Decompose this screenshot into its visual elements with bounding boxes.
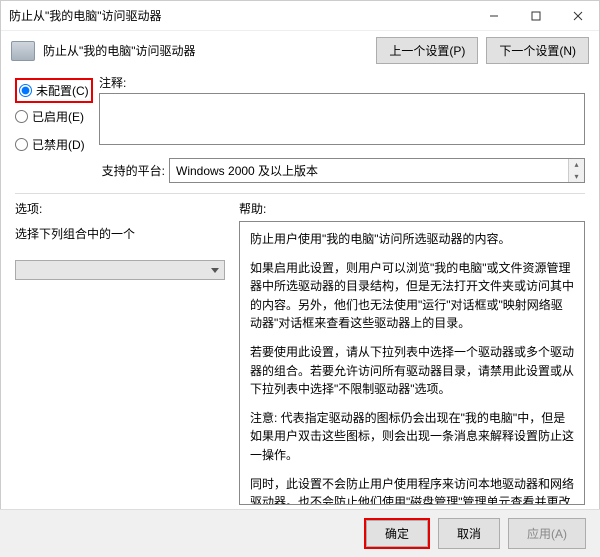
dialog-title: 防止从"我的电脑"访问驱动器	[43, 42, 368, 59]
window-title: 防止从"我的电脑"访问驱动器	[9, 7, 473, 24]
help-label: 帮助:	[239, 200, 585, 217]
titlebar: 防止从"我的电脑"访问驱动器	[1, 1, 599, 31]
radio-enabled-label: 已启用(E)	[32, 108, 84, 125]
separator	[15, 193, 585, 194]
pick-one-label: 选择下列组合中的一个	[15, 225, 225, 242]
next-setting-button[interactable]: 下一个设置(N)	[486, 37, 589, 64]
radio-not-configured-label: 未配置(C)	[36, 82, 89, 99]
cancel-button[interactable]: 取消	[438, 518, 500, 549]
help-p4: 注意: 代表指定驱动器的图标仍会出现在"我的电脑"中，但是如果用户双击这些图标，…	[250, 409, 574, 465]
policy-icon	[11, 41, 35, 61]
maximize-button[interactable]	[515, 1, 557, 30]
radio-not-configured-input[interactable]	[19, 84, 32, 97]
help-text: 防止用户使用"我的电脑"访问所选驱动器的内容。 如果启用此设置，则用户可以浏览"…	[239, 221, 585, 505]
comment-label: 注释:	[99, 74, 585, 91]
ok-button[interactable]: 确定	[366, 520, 428, 547]
help-p2: 如果启用此设置，则用户可以浏览"我的电脑"或文件资源管理器中所选驱动器的目录结构…	[250, 259, 574, 333]
help-p5: 同时，此设置不会防止用户使用程序来访问本地驱动器和网络驱动器。也不会防止他们使用…	[250, 475, 574, 505]
apply-button[interactable]: 应用(A)	[508, 518, 586, 549]
radio-disabled-input[interactable]	[15, 138, 28, 151]
dialog-footer: 确定 取消 应用(A)	[0, 509, 600, 557]
radio-disabled[interactable]: 已禁用(D)	[15, 136, 87, 153]
dialog-header: 防止从"我的电脑"访问驱动器 上一个设置(P) 下一个设置(N)	[1, 31, 599, 74]
platform-field: Windows 2000 及以上版本 ▴ ▾	[169, 158, 585, 183]
chevron-up-icon[interactable]: ▴	[569, 159, 584, 171]
radio-enabled-input[interactable]	[15, 110, 28, 123]
window-controls	[473, 1, 599, 30]
highlight-ok: 确定	[364, 518, 430, 549]
radio-not-configured[interactable]: 未配置(C)	[19, 82, 89, 99]
state-radio-group: 未配置(C) 已启用(E) 已禁用(D)	[15, 74, 87, 183]
options-label: 选项:	[15, 200, 225, 217]
close-button[interactable]	[557, 1, 599, 30]
platform-value: Windows 2000 及以上版本	[176, 164, 318, 178]
highlight-not-configured: 未配置(C)	[15, 78, 93, 103]
radio-disabled-label: 已禁用(D)	[32, 136, 85, 153]
radio-enabled[interactable]: 已启用(E)	[15, 108, 87, 125]
minimize-button[interactable]	[473, 1, 515, 30]
platform-spinner[interactable]: ▴ ▾	[568, 159, 584, 182]
help-p1: 防止用户使用"我的电脑"访问所选驱动器的内容。	[250, 230, 574, 249]
platform-label: 支持的平台:	[99, 162, 169, 179]
help-p3: 若要使用此设置，请从下拉列表中选择一个驱动器或多个驱动器的组合。若要允许访问所有…	[250, 343, 574, 399]
chevron-down-icon[interactable]: ▾	[569, 171, 584, 183]
drive-combo[interactable]	[15, 260, 225, 280]
prev-setting-button[interactable]: 上一个设置(P)	[376, 37, 478, 64]
comment-textarea[interactable]	[99, 93, 585, 145]
